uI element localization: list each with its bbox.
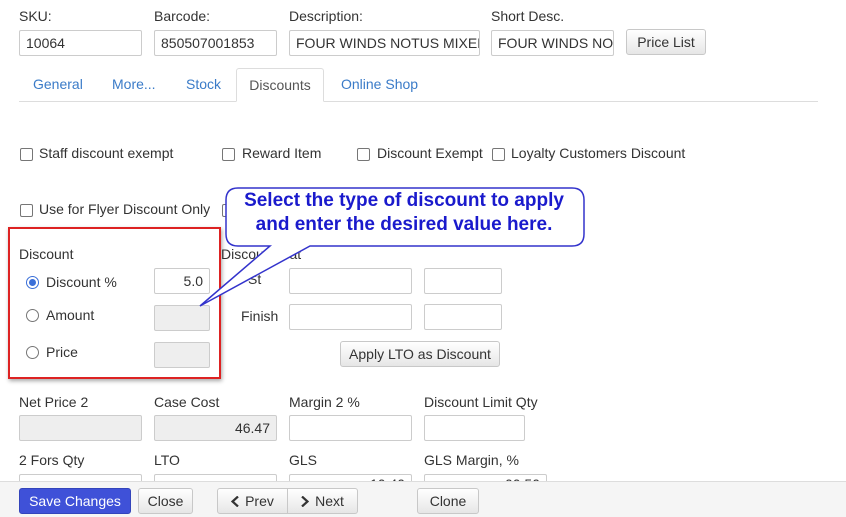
reward-item-label: Reward Item [242, 145, 322, 161]
callout-text: Select the type of discount to apply and… [224, 189, 584, 237]
case-cost-input[interactable]: 46.47 [154, 415, 277, 441]
chevron-right-icon [301, 490, 310, 514]
callout-line-1: Select the type of discount to apply [244, 190, 564, 211]
lto-label: LTO [154, 452, 180, 468]
margin-2-label: Margin 2 % [289, 394, 360, 410]
tab-stock[interactable]: Stock [170, 68, 237, 102]
tab-more[interactable]: More... [96, 68, 172, 102]
use-for-flyer-discount-only-checkbox[interactable] [20, 204, 33, 217]
gls-label: GLS [289, 452, 318, 468]
staff-discount-exempt-label: Staff discount exempt [39, 145, 174, 161]
apply-lto-as-discount-button[interactable]: Apply LTO as Discount [340, 341, 500, 367]
two-fors-qty-label: 2 Fors Qty [19, 452, 85, 468]
discount-limit-qty-label: Discount Limit Qty [424, 394, 538, 410]
tab-discounts[interactable]: Discounts [236, 68, 324, 102]
use-for-flyer-discount-only-label: Use for Flyer Discount Only [39, 201, 211, 217]
discount-exempt-checkbox[interactable] [357, 148, 370, 161]
gls-margin-label: GLS Margin, % [424, 452, 519, 468]
barcode-input[interactable]: 850507001853 [154, 30, 277, 56]
price-list-button[interactable]: Price List [626, 29, 706, 55]
reward-item-checkbox[interactable] [222, 148, 235, 161]
loyalty-customers-discount-label: Loyalty Customers Discount [511, 145, 686, 161]
tab-online-shop[interactable]: Online Shop [325, 68, 434, 102]
clone-button[interactable]: Clone [417, 488, 479, 514]
discount-limit-qty-input[interactable] [424, 415, 525, 441]
prev-button[interactable]: Prev [217, 488, 288, 514]
net-price-2-input[interactable] [19, 415, 142, 441]
description-label: Description: [289, 8, 363, 24]
staff-discount-exempt-checkbox[interactable] [20, 148, 33, 161]
next-label: Next [315, 493, 344, 509]
discount-exempt-label: Discount Exempt [377, 145, 483, 161]
case-cost-label: Case Cost [154, 394, 220, 410]
tab-general[interactable]: General [17, 68, 99, 102]
short-desc-input[interactable]: FOUR WINDS NO [491, 30, 614, 56]
loyalty-customers-discount-checkbox[interactable] [492, 148, 505, 161]
save-changes-button[interactable]: Save Changes [19, 488, 131, 514]
sku-label: SKU: [19, 8, 52, 24]
callout-line-2: and enter the desired value here. [255, 214, 553, 235]
net-price-2-label: Net Price 2 [19, 394, 89, 410]
chevron-left-icon [230, 490, 239, 514]
next-button[interactable]: Next [287, 488, 358, 514]
margin-2-input[interactable] [289, 415, 412, 441]
sku-input[interactable]: 10064 [19, 30, 142, 56]
prev-label: Prev [245, 493, 274, 509]
short-desc-label: Short Desc. [491, 8, 565, 24]
description-input[interactable]: FOUR WINDS NOTUS MIXEF [289, 30, 480, 56]
close-button[interactable]: Close [138, 488, 193, 514]
barcode-label: Barcode: [154, 8, 211, 24]
